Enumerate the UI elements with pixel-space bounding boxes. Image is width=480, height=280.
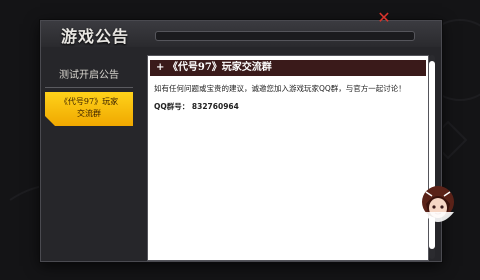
close-icon: ✕ [377, 8, 391, 27]
dialog-title: 游戏公告 [61, 27, 130, 46]
tab-label-line2: 交流群 [77, 109, 101, 118]
mascot-icon[interactable] [418, 182, 458, 228]
tab-test-launch-announcement[interactable]: 测试开启公告 [45, 65, 133, 88]
qq-group-line: QQ群号： 832760964 [154, 100, 422, 114]
qq-number: 832760964 [191, 102, 239, 111]
close-button[interactable]: ✕ [375, 9, 393, 27]
tab-label: 测试开启公告 [59, 70, 119, 81]
announcement-panel: 游戏公告 测试开启公告 《代号97》玩家 交流群 + 《代号97》玩家交流群 如… [40, 20, 442, 262]
header-decoration-bar [155, 31, 415, 41]
announcement-sidebar: 测试开启公告 《代号97》玩家 交流群 [41, 55, 137, 255]
tab-label-line1: 《代号97》玩家 [59, 97, 119, 106]
content-title: + 《代号97》玩家交流群 [150, 60, 426, 76]
qq-label: QQ群号： [154, 102, 190, 111]
tab-player-group[interactable]: 《代号97》玩家 交流群 [45, 92, 133, 126]
announcement-content: + 《代号97》玩家交流群 如有任何问题或宝贵的建议，诚邀您加入游戏玩家QQ群，… [147, 55, 429, 261]
content-paragraph: 如有任何问题或宝贵的建议，诚邀您加入游戏玩家QQ群，与官方一起讨论！ [154, 84, 406, 93]
content-body: 如有任何问题或宝贵的建议，诚邀您加入游戏玩家QQ群，与官方一起讨论！ QQ群号：… [154, 82, 422, 114]
